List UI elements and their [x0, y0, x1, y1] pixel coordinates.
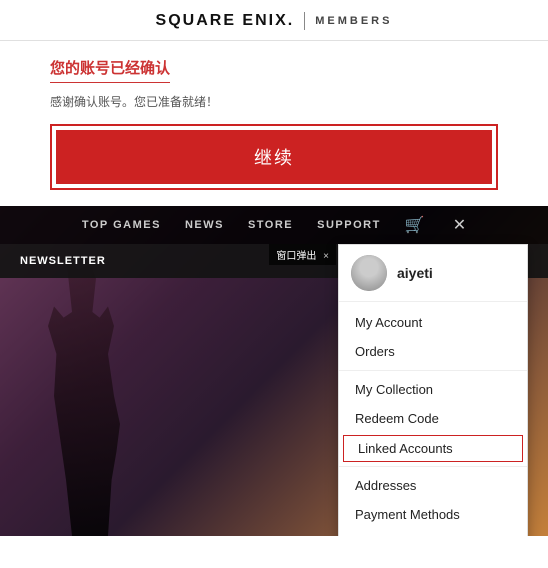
user-dropdown-menu: aiyeti My Account Orders My Collection R…	[338, 244, 528, 536]
members-text: MEMBERS	[315, 15, 392, 27]
popup-close-icon[interactable]: ×	[323, 251, 329, 262]
site-header: SQUARE ENIX. MEMBERS	[0, 0, 548, 41]
confirmation-title: 您的账号已经确认	[50, 57, 170, 83]
game-nav: TOP GAMES NEWS STORE SUPPORT 🛒 ✕	[0, 206, 548, 244]
dropdown-header: aiyeti	[339, 245, 527, 302]
menu-item-settings[interactable]: Settings	[339, 529, 527, 536]
nav-item-news[interactable]: NEWS	[185, 219, 224, 231]
popup-label: 窗口弹出 ×	[269, 244, 336, 265]
nav-item-support[interactable]: SUPPORT	[317, 219, 381, 231]
dropdown-items-list: My Account Orders My Collection Redeem C…	[339, 302, 527, 536]
nav-item-store[interactable]: STORE	[248, 219, 293, 231]
popup-label-text: 窗口弹出	[276, 251, 316, 262]
avatar-image	[351, 255, 387, 291]
menu-item-addresses[interactable]: Addresses	[339, 471, 527, 500]
menu-item-payment-methods[interactable]: Payment Methods	[339, 500, 527, 529]
confirmation-description: 感谢确认账号。您已准备就绪！	[50, 93, 498, 110]
menu-divider-1	[339, 370, 527, 371]
menu-divider-2	[339, 466, 527, 467]
continue-button[interactable]: 继续	[56, 130, 492, 184]
logo-text: SQUARE ENIX.	[156, 12, 295, 30]
menu-item-linked-accounts[interactable]: Linked Accounts	[343, 435, 523, 462]
newsletter-label: NEWSLETTER	[20, 255, 106, 267]
continue-button-wrapper: 继续	[50, 124, 498, 190]
game-section: TOP GAMES NEWS STORE SUPPORT 🛒 ✕ NEWSLET…	[0, 206, 548, 536]
confirmation-section: 您的账号已经确认 感谢确认账号。您已准备就绪！ 继续	[0, 41, 548, 206]
menu-item-my-collection[interactable]: My Collection	[339, 375, 527, 404]
cart-icon[interactable]: 🛒	[405, 215, 425, 235]
menu-item-my-account[interactable]: My Account	[339, 308, 527, 337]
close-icon[interactable]: ✕	[453, 215, 466, 235]
avatar	[351, 255, 387, 291]
username-label: aiyeti	[397, 265, 433, 281]
logo-divider	[304, 12, 305, 30]
nav-item-top-games[interactable]: TOP GAMES	[82, 219, 161, 231]
menu-item-redeem-code[interactable]: Redeem Code	[339, 404, 527, 433]
menu-item-orders[interactable]: Orders	[339, 337, 527, 366]
